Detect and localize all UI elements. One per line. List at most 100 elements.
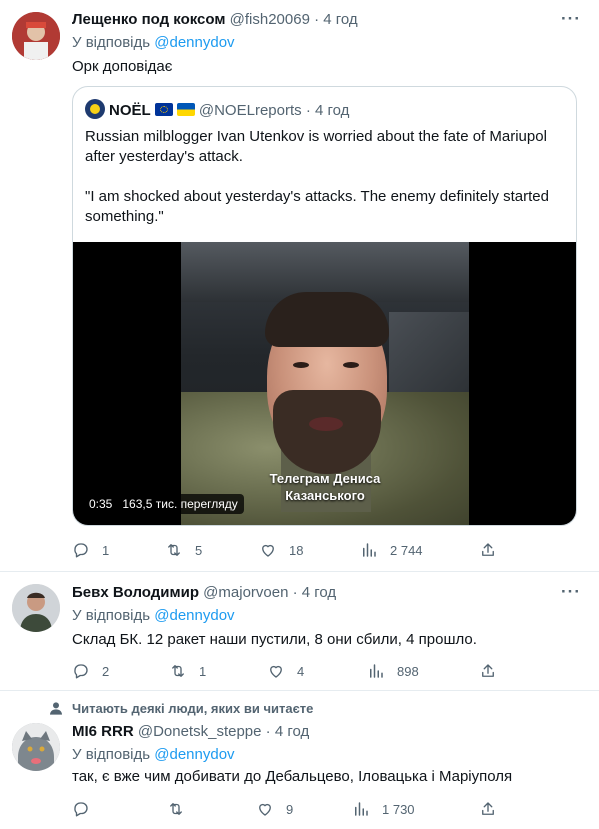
views-button[interactable]: 1 730 <box>352 799 415 819</box>
share-button[interactable] <box>479 799 509 819</box>
tweet-text: так, є вже чим добивати до Дебальцево, І… <box>72 768 513 785</box>
video-person-hair <box>265 292 389 347</box>
retweet-button[interactable]: 5 <box>165 540 202 560</box>
reply-context: У відповідь @dennydov <box>72 607 235 624</box>
like-icon <box>262 544 274 557</box>
video-frame: Телеграм Дениса Казанського <box>181 242 469 525</box>
avatar-image <box>12 12 60 60</box>
views-count: 2 744 <box>390 542 423 558</box>
retweet-count: 5 <box>195 542 203 558</box>
tweet-header: MI6 RRR @Donetsk_steppe · 4 год <box>72 723 589 740</box>
avatar-image <box>12 584 60 632</box>
avatar-image <box>12 723 60 771</box>
avatar[interactable] <box>12 12 60 60</box>
quote-avatar <box>85 99 105 119</box>
like-icon <box>270 665 282 678</box>
tweet-header: Бевх Володимир @majorvoen · 4 год <box>72 584 589 601</box>
reply-context: У відповідь @dennydov <box>72 34 235 51</box>
retweet-icon <box>168 544 180 556</box>
author-name[interactable]: Бевх Володимир <box>72 584 199 601</box>
quote-text: Russian milblogger Ivan Utenkov is worri… <box>85 127 564 227</box>
tweet-3[interactable]: Читають деякі люди, яких ви читаєте MI6 … <box>0 691 599 829</box>
share-icon <box>482 802 494 815</box>
person-icon <box>50 702 62 715</box>
reply-to-link[interactable]: @dennydov <box>154 607 234 624</box>
quote-handle: @NOELreports <box>198 102 302 119</box>
reply-button[interactable] <box>72 799 102 819</box>
views-icon <box>370 664 383 678</box>
quote-header: NOЁL @NOELreports · 4 год <box>85 99 349 119</box>
video-views: 163,5 тис. перегляду <box>122 497 238 511</box>
views-button[interactable]: 898 <box>367 661 419 681</box>
quoted-tweet[interactable]: NOЁL @NOELreports · 4 год Russian milblo… <box>72 86 577 526</box>
tweet-time[interactable]: · 4 год <box>293 584 337 601</box>
ukraine-flag-icon <box>176 103 195 116</box>
author-name[interactable]: MI6 RRR <box>72 723 134 740</box>
retweet-icon <box>172 665 184 677</box>
like-count: 4 <box>297 663 305 679</box>
views-count: 1 730 <box>382 801 415 817</box>
video-time: 0:35 <box>89 497 113 511</box>
tweet-actions: 2 1 4 898 <box>72 661 512 681</box>
reply-icon <box>74 802 88 817</box>
like-button[interactable]: 4 <box>267 661 304 681</box>
retweet-button[interactable] <box>167 799 197 819</box>
tweet-actions: 1 5 18 2 744 <box>72 540 512 560</box>
reply-context: У відповідь @dennydov <box>72 746 235 763</box>
reply-button[interactable]: 1 <box>72 540 109 560</box>
reply-prefix: У відповідь <box>72 34 151 51</box>
views-icon <box>355 802 368 816</box>
retweet-icon <box>170 803 182 815</box>
video-stats-badge: 0:35 163,5 тис. перегляду <box>83 494 244 514</box>
social-context: Читають деякі люди, яких ви читаєте <box>72 701 314 716</box>
tweet-time[interactable]: · 4 год <box>266 723 310 740</box>
share-button[interactable] <box>479 540 509 560</box>
like-count: 9 <box>286 801 294 817</box>
reply-icon <box>74 543 88 558</box>
reply-prefix: У відповідь <box>72 607 151 624</box>
tweet-text: Орк доповідає <box>72 58 173 75</box>
like-button[interactable]: 9 <box>256 799 293 819</box>
video-player[interactable]: Телеграм Дениса Казанського 0:35 163,5 т… <box>73 242 576 525</box>
tweet-text: Склад БК. 12 ракет наши пустили, 8 они с… <box>72 631 477 648</box>
share-icon <box>482 664 494 677</box>
avatar[interactable] <box>12 584 60 632</box>
quote-author-name: NOЁL <box>109 102 151 119</box>
video-caption-line-1: Телеграм Дениса <box>269 471 381 486</box>
quote-paragraph-2: "I am shocked about yesterday's attacks.… <box>85 188 549 225</box>
tweet-1[interactable]: Лещенко под коксом @fish20069 · 4 год ··… <box>0 0 599 571</box>
reply-to-link[interactable]: @dennydov <box>154 746 234 763</box>
share-icon <box>482 543 494 556</box>
views-icon <box>363 543 376 557</box>
more-icon[interactable]: ··· <box>561 582 581 602</box>
author-name[interactable]: Лещенко под коксом <box>72 11 225 28</box>
tweet-actions: 9 1 730 <box>72 799 512 819</box>
reply-count: 1 <box>102 542 110 558</box>
reply-prefix: У відповідь <box>72 746 151 763</box>
tweet-header: Лещенко под коксом @fish20069 · 4 год <box>72 11 589 28</box>
reply-button[interactable]: 2 <box>72 661 109 681</box>
reply-count: 2 <box>102 663 110 679</box>
author-handle[interactable]: @Donetsk_steppe <box>138 723 262 740</box>
quote-time: · 4 год <box>305 102 350 119</box>
video-person-eye <box>343 362 359 368</box>
more-icon[interactable]: ··· <box>561 9 581 29</box>
like-count: 18 <box>289 542 304 558</box>
reply-to-link[interactable]: @dennydov <box>154 34 234 51</box>
author-handle[interactable]: @majorvoen <box>203 584 288 601</box>
author-handle[interactable]: @fish20069 <box>230 11 310 28</box>
tweet-time[interactable]: · 4 год <box>314 11 358 28</box>
avatar[interactable] <box>12 723 60 771</box>
tweet-2[interactable]: Бевх Володимир @majorvoen · 4 год ··· У … <box>0 572 599 690</box>
retweet-button[interactable]: 1 <box>169 661 206 681</box>
like-button[interactable]: 18 <box>259 540 303 560</box>
like-icon <box>259 803 271 816</box>
views-count: 898 <box>397 663 419 679</box>
share-button[interactable] <box>479 661 509 681</box>
reply-icon <box>74 664 88 679</box>
quote-paragraph-1: Russian milblogger Ivan Utenkov is worri… <box>85 128 547 165</box>
video-person-mouth <box>309 417 343 431</box>
video-person-eye <box>293 362 309 368</box>
retweet-count: 1 <box>199 663 207 679</box>
views-button[interactable]: 2 744 <box>360 540 423 560</box>
